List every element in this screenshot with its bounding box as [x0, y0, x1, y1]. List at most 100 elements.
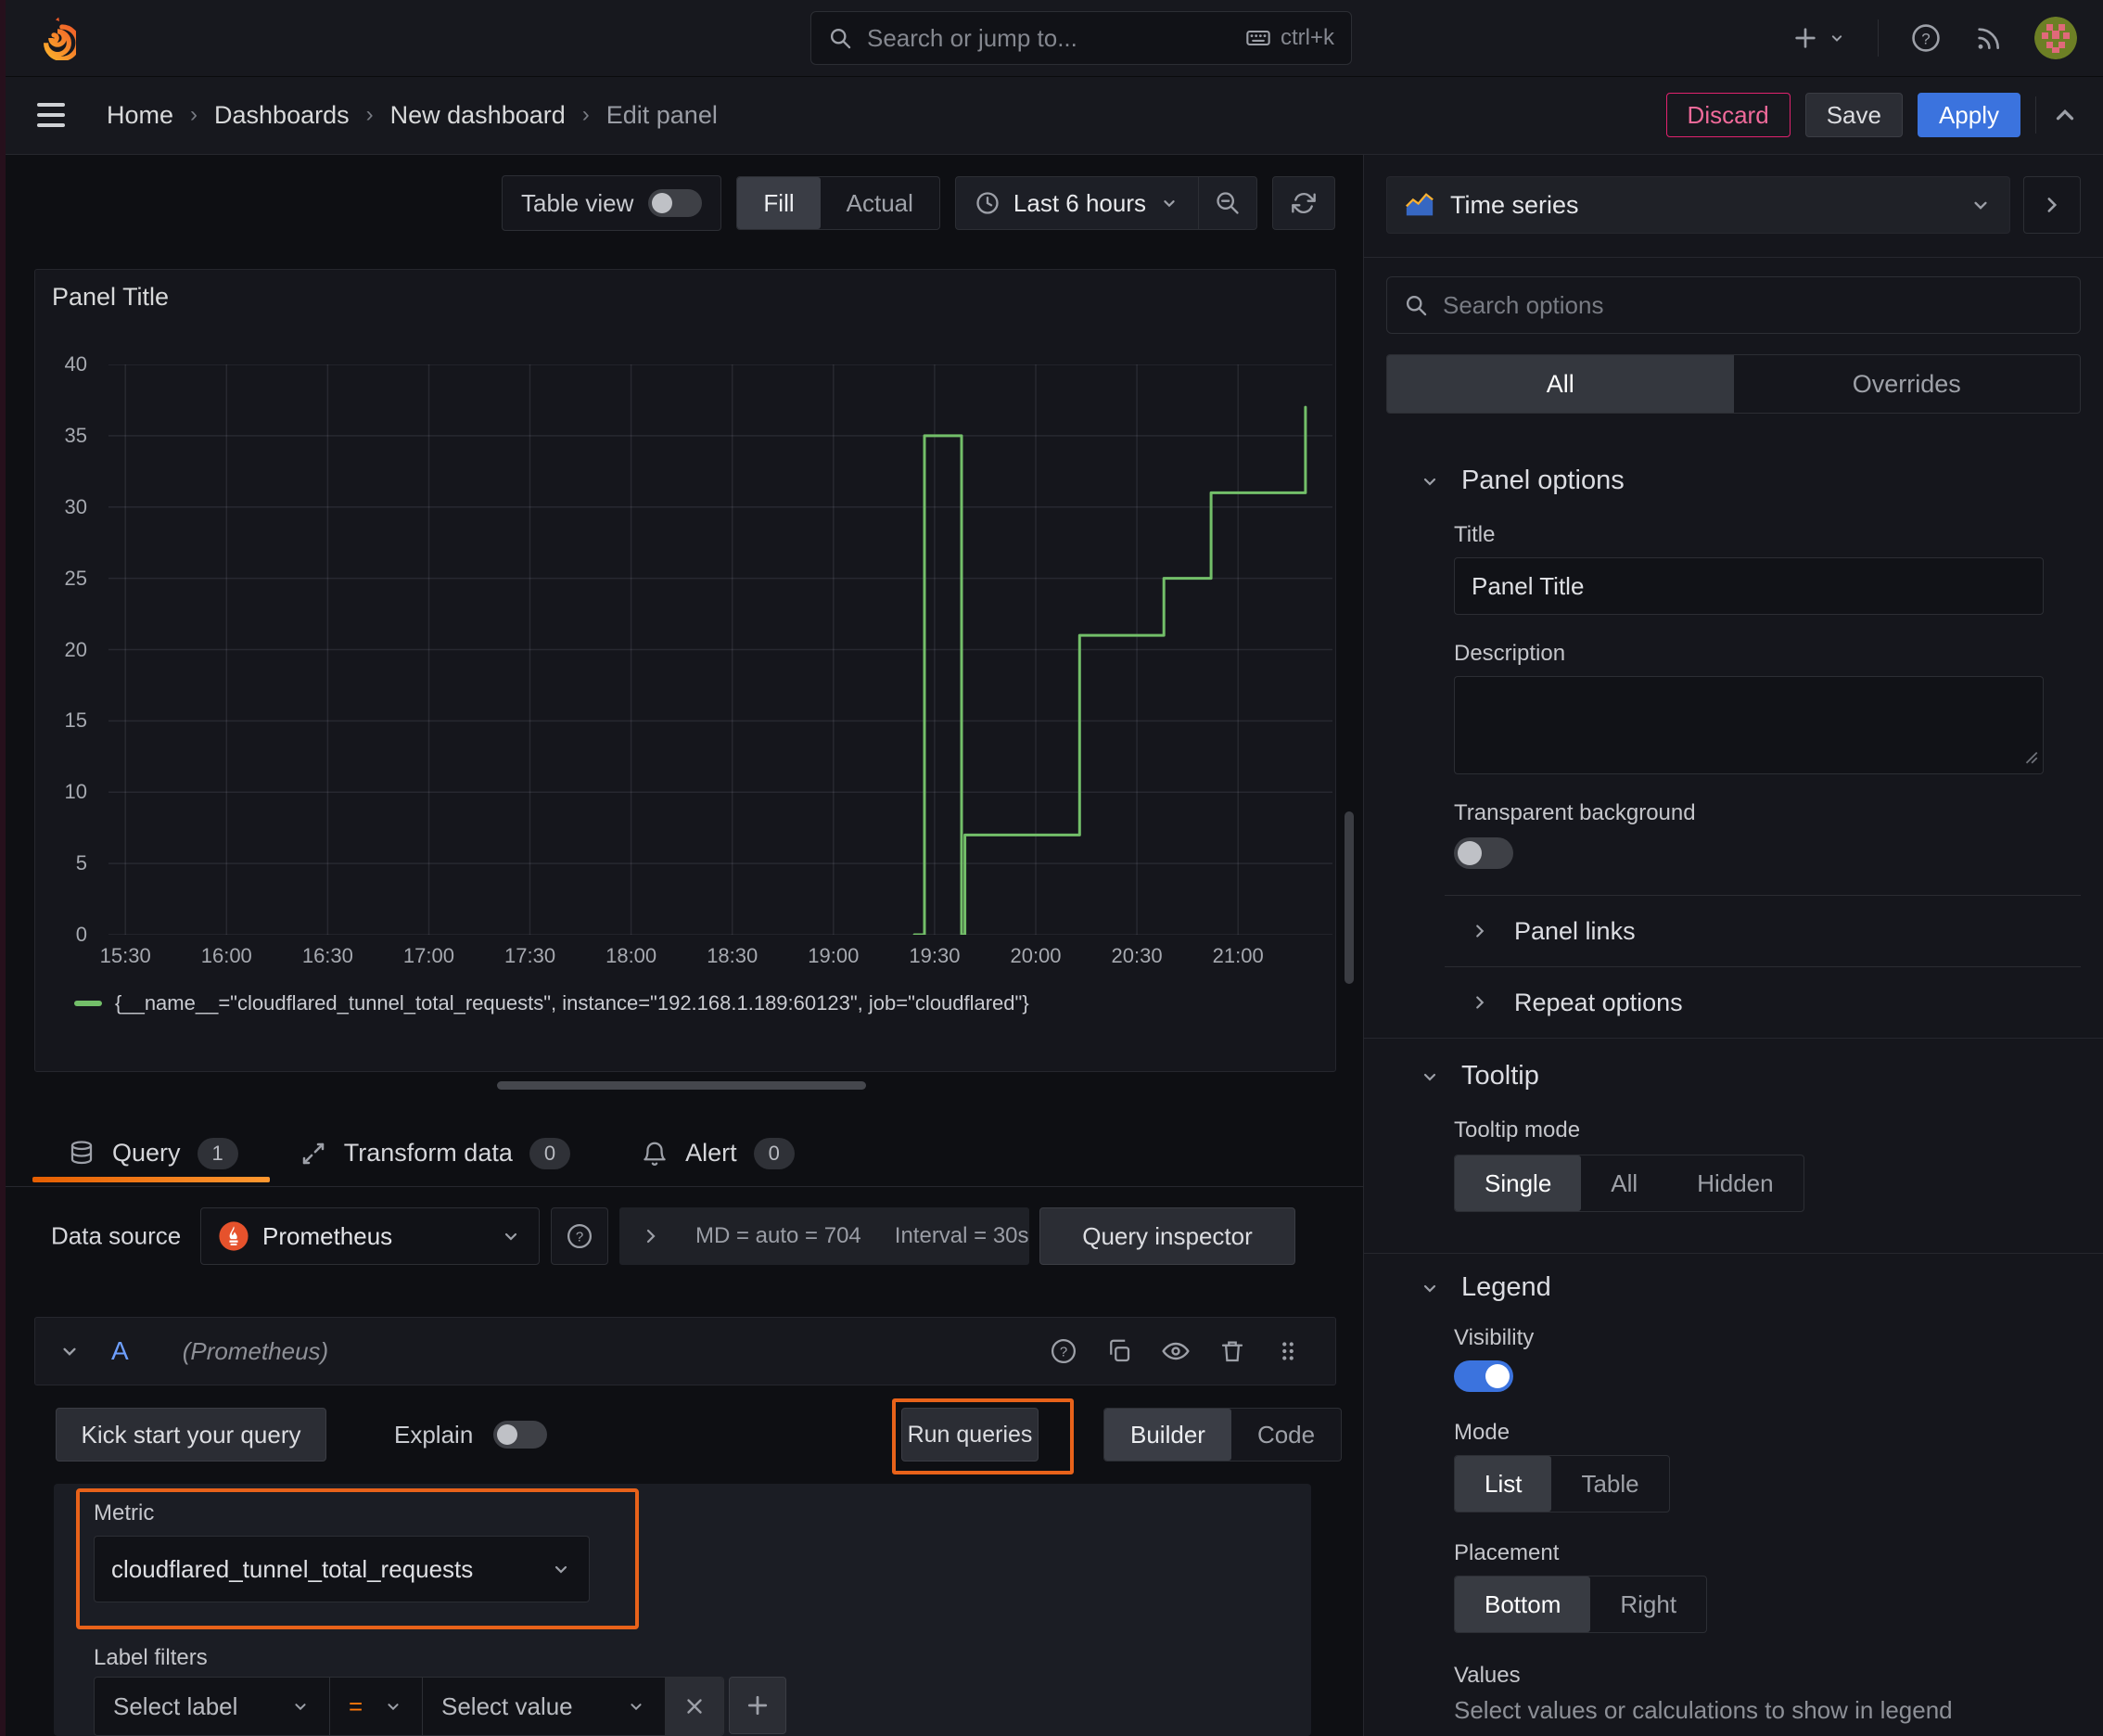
news-icon[interactable] — [1973, 23, 2003, 53]
actual-option[interactable]: Actual — [821, 177, 939, 229]
tooltip-mode-single[interactable]: Single — [1455, 1155, 1582, 1211]
tab-all[interactable]: All — [1387, 355, 1734, 413]
grafana-logo-icon[interactable] — [32, 16, 81, 61]
kick-start-query-button[interactable]: Kick start your query — [56, 1408, 326, 1462]
remove-filter-button[interactable] — [666, 1678, 723, 1735]
discard-button[interactable]: Discard — [1665, 93, 1791, 137]
query-inspector-button[interactable]: Query inspector — [1039, 1207, 1295, 1265]
options-search[interactable] — [1386, 276, 2081, 334]
chevron-right-icon — [2040, 193, 2064, 217]
refresh-button[interactable] — [1272, 176, 1335, 230]
alert-count-badge: 0 — [753, 1137, 795, 1169]
breadcrumb-home[interactable]: Home — [107, 101, 173, 130]
legend-mode-group: List Table — [1454, 1455, 1670, 1513]
svg-text:?: ? — [1921, 30, 1930, 47]
global-search[interactable]: ctrl+k — [810, 11, 1352, 65]
chevron-down-icon — [1419, 1277, 1441, 1299]
select-value-dropdown[interactable]: Select value — [423, 1678, 666, 1735]
y-tick-label: 40 — [64, 352, 87, 376]
options-tabs: All Overrides — [1386, 354, 2081, 414]
delete-query-icon[interactable] — [1218, 1337, 1246, 1365]
help-icon[interactable]: ? — [1910, 22, 1942, 54]
legend-visibility-toggle[interactable] — [1454, 1360, 1513, 1392]
fill-option[interactable]: Fill — [737, 177, 821, 229]
zoom-out-button[interactable] — [1198, 177, 1256, 229]
select-value-placeholder: Select value — [441, 1691, 573, 1720]
add-dropdown-button[interactable] — [1791, 23, 1846, 53]
save-button[interactable]: Save — [1804, 93, 1903, 137]
x-tick-label: 16:30 — [301, 944, 353, 967]
drag-handle-icon[interactable] — [1274, 1337, 1302, 1365]
panel-options-header[interactable]: Panel options — [1419, 466, 2081, 496]
pane-splitter-handle[interactable] — [497, 1081, 866, 1090]
legend-section-header[interactable]: Legend — [1419, 1272, 2081, 1303]
toggle-viz-picker-button[interactable] — [2023, 176, 2081, 234]
chevron-down-icon — [1419, 1066, 1441, 1088]
tab-transform[interactable]: Transform data 0 — [300, 1137, 571, 1169]
select-label-dropdown[interactable]: Select label — [95, 1678, 330, 1735]
table-view-toggle[interactable] — [648, 189, 703, 217]
query-options-bar[interactable]: MD = auto = 704 Interval = 30s — [619, 1207, 1029, 1265]
resize-handle-icon[interactable] — [2022, 748, 2039, 770]
active-tab-indicator — [32, 1177, 270, 1182]
tab-query[interactable]: Query 1 — [68, 1137, 238, 1169]
chevron-up-icon[interactable] — [2051, 101, 2079, 129]
breadcrumb-new-dashboard[interactable]: New dashboard — [390, 101, 566, 130]
tab-overrides[interactable]: Overrides — [1734, 355, 2081, 413]
search-input[interactable] — [865, 22, 1232, 54]
legend-placement-label: Placement — [1454, 1540, 1560, 1565]
legend-placement-right[interactable]: Right — [1590, 1576, 1706, 1632]
transform-icon — [300, 1140, 327, 1168]
add-filter-button[interactable] — [729, 1677, 786, 1734]
tooltip-mode-all[interactable]: All — [1581, 1155, 1667, 1211]
breadcrumb-dashboards[interactable]: Dashboards — [214, 101, 350, 130]
explain-toggle[interactable] — [493, 1421, 548, 1449]
apply-button[interactable]: Apply — [1917, 93, 2020, 137]
legend-placement-bottom[interactable]: Bottom — [1455, 1576, 1591, 1632]
chart-plot — [108, 364, 1332, 937]
visualization-select[interactable]: Time series — [1386, 176, 2010, 234]
scrollbar-thumb[interactable] — [1345, 811, 1354, 984]
datasource-help-button[interactable]: ? — [551, 1207, 608, 1265]
code-option[interactable]: Code — [1231, 1409, 1341, 1461]
operator-dropdown[interactable]: = — [330, 1678, 423, 1735]
search-icon — [1404, 293, 1428, 317]
x-tick-label: 17:00 — [402, 944, 454, 967]
transparent-bg-toggle[interactable] — [1454, 837, 1513, 869]
query-help-icon[interactable]: ? — [1050, 1337, 1077, 1365]
builder-code-switch: Builder Code — [1103, 1408, 1343, 1462]
nav-right-actions: ? — [1791, 0, 2077, 76]
title-field-label: Title — [1454, 522, 1496, 547]
options-pane: All Overrides Panel options Title Descri… — [1364, 258, 2103, 1725]
description-textarea[interactable] — [1454, 676, 2044, 774]
query-count-badge: 1 — [197, 1137, 238, 1169]
breadcrumb-bar: Home › Dashboards › New dashboard › Edit… — [0, 76, 2103, 155]
metric-highlight — [76, 1488, 639, 1629]
query-row-header[interactable]: A (Prometheus) ? — [34, 1317, 1336, 1385]
user-avatar[interactable] — [2034, 17, 2077, 59]
label-filters-label: Label filters — [94, 1645, 208, 1670]
options-search-input[interactable] — [1441, 289, 2063, 321]
panel-title-input[interactable] — [1454, 557, 2044, 615]
collapse-query-icon[interactable] — [57, 1339, 82, 1363]
menu-icon[interactable] — [37, 103, 65, 127]
time-range-picker[interactable]: Last 6 hours — [956, 189, 1198, 218]
preview-panel[interactable]: Panel Title 0 5 10 15 20 25 30 35 40 15:30 16:00 1… — [34, 269, 1336, 1072]
tooltip-mode-hidden[interactable]: Hidden — [1667, 1155, 1803, 1211]
legend-mode-list[interactable]: List — [1455, 1456, 1552, 1512]
hide-query-icon[interactable] — [1161, 1336, 1191, 1366]
datasource-picker[interactable]: Prometheus — [200, 1207, 540, 1265]
panel-links-label: Panel links — [1514, 916, 1636, 945]
bell-icon — [641, 1140, 669, 1168]
table-view-control: Table view — [502, 175, 722, 231]
edit-panel-main: Table view Fill Actual Last 6 hours Pane… — [0, 154, 1363, 1736]
legend-mode-table[interactable]: Table — [1551, 1456, 1668, 1512]
duplicate-query-icon[interactable] — [1105, 1337, 1133, 1365]
repeat-options-section[interactable]: Repeat options — [1470, 967, 2081, 1038]
tab-alert[interactable]: Alert 0 — [641, 1137, 795, 1169]
chart-legend[interactable]: {__name__="cloudflared_tunnel_total_requ… — [74, 991, 1029, 1015]
builder-option[interactable]: Builder — [1104, 1409, 1231, 1461]
tooltip-section-header[interactable]: Tooltip — [1419, 1061, 2081, 1091]
chevron-right-icon — [1470, 921, 1490, 941]
panel-links-section[interactable]: Panel links — [1470, 896, 2081, 966]
